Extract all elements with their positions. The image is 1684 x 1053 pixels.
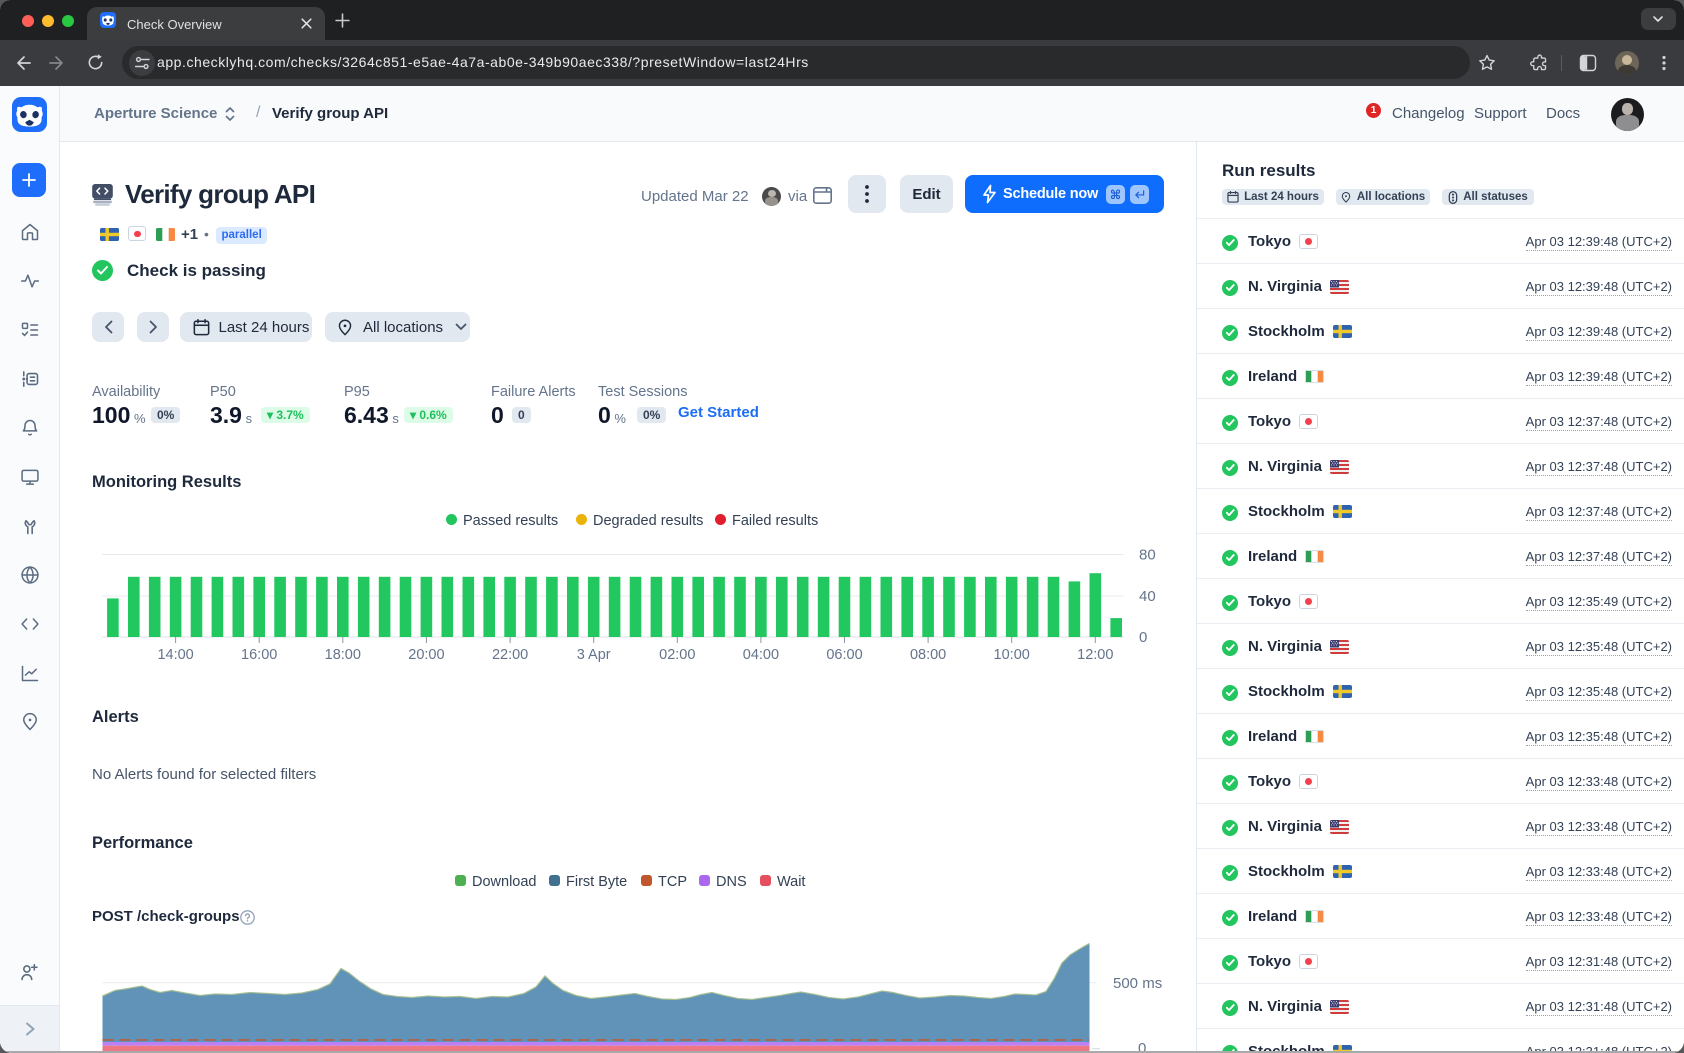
svg-text:16:00: 16:00 (241, 647, 277, 663)
svg-text:80: 80 (1139, 548, 1156, 564)
svg-text:12:00: 12:00 (1077, 647, 1113, 663)
svg-text:40: 40 (1139, 588, 1156, 605)
svg-text:18:00: 18:00 (325, 647, 361, 663)
svg-text:3 Apr: 3 Apr (577, 647, 611, 663)
svg-text:06:00: 06:00 (826, 647, 862, 663)
svg-text:0: 0 (1139, 629, 1147, 646)
svg-text:04:00: 04:00 (743, 647, 779, 663)
svg-text:20:00: 20:00 (408, 647, 444, 663)
svg-text:500 ms: 500 ms (1113, 975, 1162, 992)
svg-text:22:00: 22:00 (492, 647, 528, 663)
svg-text:14:00: 14:00 (157, 647, 193, 663)
svg-text:08:00: 08:00 (910, 647, 946, 663)
svg-text:10:00: 10:00 (994, 647, 1030, 663)
svg-text:02:00: 02:00 (659, 647, 695, 663)
